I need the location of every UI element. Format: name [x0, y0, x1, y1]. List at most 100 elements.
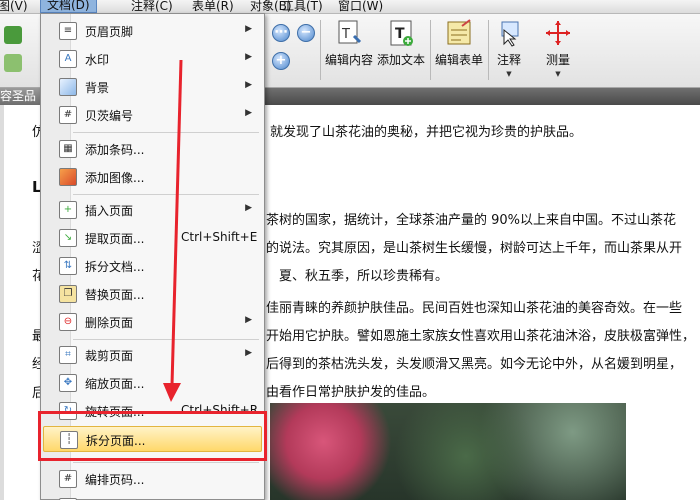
menu-separator — [73, 132, 259, 133]
menu-item-label: 插入页面 — [85, 204, 134, 218]
insert-page-icon: + — [59, 201, 77, 219]
menu-item-label: 添加图像... — [85, 171, 145, 185]
menu-item-label: 添加条码... — [85, 143, 145, 157]
menu-item-shortcut: Ctrl+Shift+E — [181, 230, 258, 244]
comment-label: 注释 — [496, 53, 521, 67]
doc-text-line: 后得到的茶枯洗头发，头发顺滑又黑亮。如今无论中外，从名媛到明星， — [266, 357, 683, 372]
header-footer-icon: ≡ — [59, 22, 77, 40]
doc-text-line: 开始用它护肤。譬如恩施土家族女性喜欢用山茶花油沐浴，皮肤极富弹性， — [266, 329, 696, 344]
menu-separator — [73, 339, 259, 340]
menu-item-bates-number[interactable]: # 贝茨编号 ▶ — [43, 102, 262, 128]
split-document-icon: ⇅ — [59, 257, 77, 275]
add-text-icon: T — [386, 18, 416, 48]
submenu-arrow-icon: ▶ — [245, 315, 252, 325]
menu-item-insert-page[interactable]: + 插入页面 ▶ — [43, 197, 262, 223]
menu-separator — [73, 194, 259, 195]
menu-item-number-pages[interactable]: # 编排页码... — [43, 466, 262, 492]
menu-item-label: 贝茨编号 — [85, 109, 134, 123]
extract-page-icon: ↘ — [59, 229, 77, 247]
menu-item-add-barcode[interactable]: ▦ 添加条码... — [43, 136, 262, 162]
comment-button[interactable]: 注释 ▼ — [494, 18, 524, 78]
edit-content-label: 编辑内容 — [325, 53, 374, 67]
zoom-in-icon[interactable]: + — [272, 52, 290, 70]
menu-item-watermark[interactable]: A 水印 ▶ — [43, 46, 262, 72]
measure-label: 测量 — [545, 53, 570, 67]
menu-item-label: 水印 — [85, 53, 110, 67]
menu-item-label: 缩放页面... — [85, 377, 145, 391]
measure-button[interactable]: 测量 ▼ — [543, 18, 573, 78]
bates-number-icon: # — [59, 106, 77, 124]
doc-text-line: 佳丽青睐的养颜护肤佳品。民间百姓也深知山茶花油的美容奇效。在一些 — [266, 301, 683, 316]
menu-item-partial[interactable] — [43, 494, 262, 500]
submenu-arrow-icon: ▶ — [245, 203, 252, 213]
number-pages-icon: # — [59, 470, 77, 488]
camellia-photo — [270, 403, 626, 500]
doc-text-line: 由看作日常护肤护发的佳品。 — [266, 385, 436, 400]
menu-item-label: 替换页面... — [85, 288, 145, 302]
comment-dropdown-icon[interactable]: ▼ — [494, 70, 524, 78]
doc-text-line: 茶树的国家，据统计，全球茶油产量的 90%以上来自中国。不过山茶花 — [266, 213, 677, 228]
menu-item-label: 背景 — [85, 81, 110, 95]
add-text-button[interactable]: T 添加文本 — [377, 18, 425, 68]
delete-page-icon: ⊖ — [59, 313, 77, 331]
menu-item-delete-page[interactable]: ⊖ 删除页面 ▶ — [43, 309, 262, 335]
toolbar-separator — [488, 20, 489, 80]
menu-item-label: 删除页面 — [85, 316, 134, 330]
doc-text-line: 夏、秋五季，所以珍贵稀有。 — [279, 269, 449, 284]
menu-item-label: 编排页码... — [85, 473, 145, 487]
edit-form-button[interactable]: 编辑表单 — [435, 18, 483, 68]
zoom-out-icon[interactable]: − — [297, 24, 315, 42]
background-icon — [59, 78, 77, 96]
menu-item-label: 页眉页脚 — [85, 25, 134, 39]
toolbar-separator — [430, 20, 431, 80]
menu-item-label: 拆分文档... — [85, 260, 145, 274]
toolbar-separator — [320, 20, 321, 80]
menu-item-label: 裁剪页面 — [85, 349, 134, 363]
replace-page-icon: ❐ — [59, 285, 77, 303]
svg-text:T: T — [341, 27, 350, 42]
menu-tools[interactable]: 工具(T) — [282, 0, 323, 14]
menu-item-split-document[interactable]: ⇅ 拆分文档... — [43, 253, 262, 279]
edit-form-label: 编辑表单 — [435, 53, 484, 67]
menu-item-background[interactable]: 背景 ▶ — [43, 74, 262, 100]
submenu-arrow-icon: ▶ — [245, 24, 252, 34]
measure-dropdown-icon[interactable]: ▼ — [543, 70, 573, 78]
submenu-arrow-icon: ▶ — [245, 52, 252, 62]
menu-item-header-footer[interactable]: ≡ 页眉页脚 ▶ — [43, 18, 262, 44]
add-text-label: 添加文本 — [377, 53, 426, 67]
doc-text-line: 的说法。究其原因，是山茶树生长缓慢，树龄可达上千年，而山茶果从开 — [266, 241, 683, 256]
resize-page-icon: ✥ — [59, 374, 77, 392]
edit-content-button[interactable]: T 编辑内容 — [325, 18, 373, 68]
menu-item-resize-page[interactable]: ✥ 缩放页面... — [43, 370, 262, 396]
highlight-annotation-box — [38, 411, 267, 461]
menu-separator — [73, 462, 259, 463]
menu-comment[interactable]: 注释(C) — [131, 0, 173, 14]
menu-item-replace-page[interactable]: ❐ 替换页面... — [43, 281, 262, 307]
forward-arrow-icon[interactable] — [4, 54, 22, 72]
menu-form[interactable]: 表单(R) — [192, 0, 234, 14]
menu-bar: 图(V) 文档(D) 注释(C) 表单(R) 对象(B) 工具(T) 窗口(W) — [0, 0, 700, 14]
menu-window[interactable]: 窗口(W) — [338, 0, 383, 14]
menu-document[interactable]: 文档(D) — [40, 0, 97, 13]
crop-page-icon: ⌗ — [59, 346, 77, 364]
page-left-edge — [0, 105, 4, 500]
document-tab[interactable]: 容圣品 — [0, 88, 41, 105]
watermark-icon: A — [59, 50, 77, 68]
submenu-arrow-icon: ▶ — [245, 348, 252, 358]
submenu-arrow-icon: ▶ — [245, 108, 252, 118]
doc-text-line: 就发现了山茶花油的奥秘，并把它视为珍贵的护肤品。 — [270, 125, 583, 140]
barcode-icon: ▦ — [59, 140, 77, 158]
measure-icon — [543, 18, 573, 48]
back-arrow-icon[interactable] — [4, 26, 22, 44]
menu-item-label: 提取页面... — [85, 232, 145, 246]
menu-item-extract-page[interactable]: ↘ 提取页面... Ctrl+Shift+E — [43, 225, 262, 251]
edit-content-icon: T — [334, 18, 364, 48]
menu-view[interactable]: 图(V) — [0, 0, 28, 14]
menu-item-add-image[interactable]: 添加图像... — [43, 164, 262, 190]
zoom-dashed-icon[interactable]: ⋯ — [272, 24, 290, 42]
add-image-icon — [59, 168, 77, 186]
submenu-arrow-icon: ▶ — [245, 80, 252, 90]
comment-cursor-icon — [494, 18, 524, 48]
menu-item-crop-page[interactable]: ⌗ 裁剪页面 ▶ — [43, 342, 262, 368]
edit-form-icon — [444, 18, 474, 48]
